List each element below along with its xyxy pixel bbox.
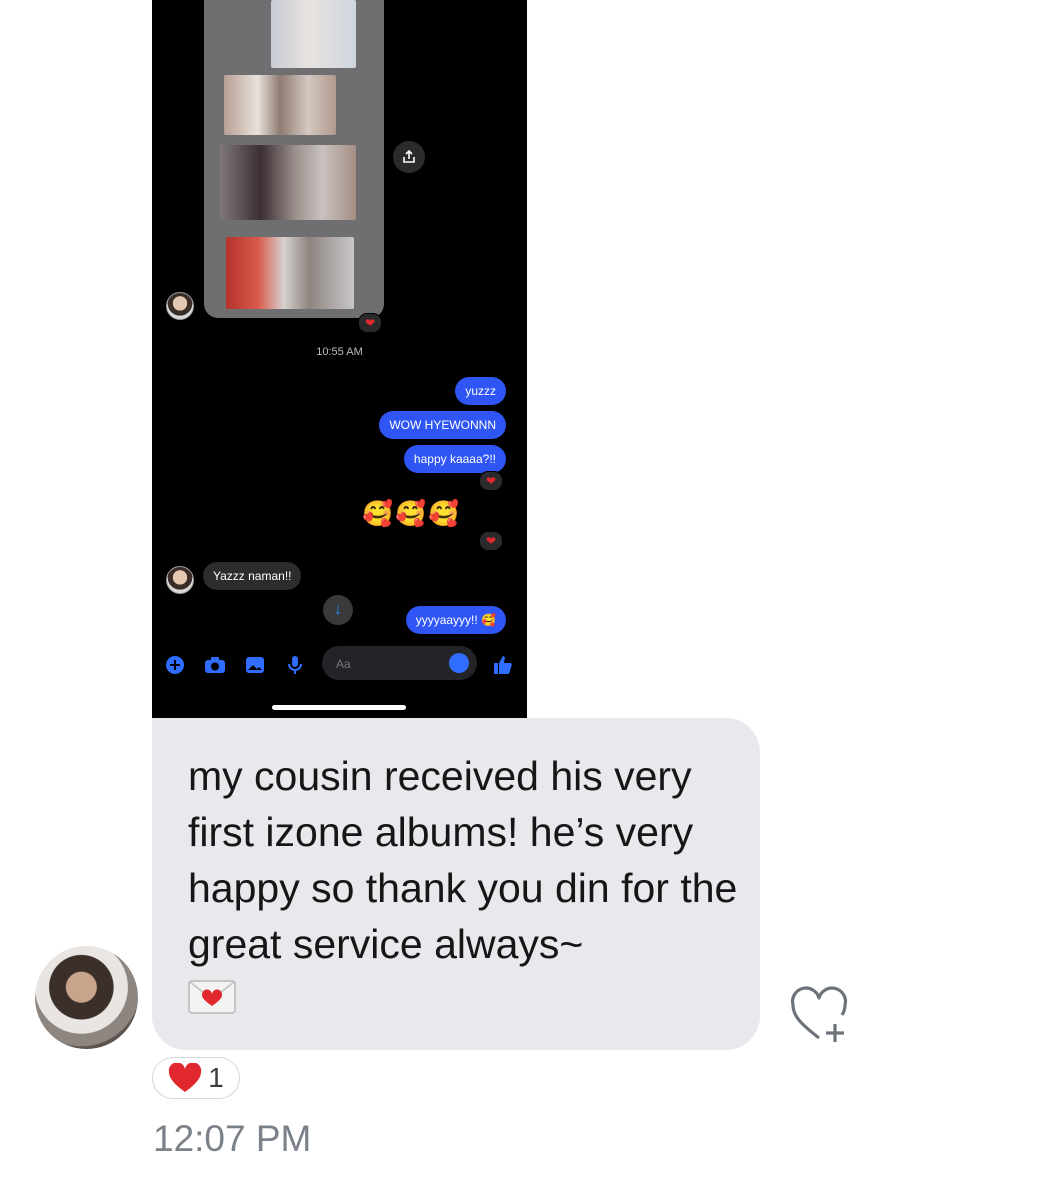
- heart-reaction-icon: ❤: [479, 471, 503, 491]
- home-indicator: [272, 705, 406, 710]
- emoji-icon[interactable]: [449, 653, 469, 673]
- album-photo-2: [224, 75, 336, 135]
- message-text: my cousin received his very first izone …: [188, 753, 738, 967]
- love-letter-icon: [188, 980, 236, 1014]
- message-time: 10:55 AM: [316, 346, 363, 358]
- received-message: Yazzz naman!!: [203, 562, 302, 590]
- message-bubble[interactable]: my cousin received his very first izone …: [152, 718, 760, 1050]
- embedded-screenshot: ❤ 10:55 AM yuzzz WOW HYEWONNN happy kaaa…: [152, 0, 527, 718]
- camera-icon[interactable]: [204, 654, 226, 676]
- reaction-count: 1: [208, 1062, 224, 1093]
- scroll-down-icon[interactable]: ↓: [323, 595, 353, 625]
- heart-reaction-icon: ❤: [479, 531, 503, 551]
- sent-message: WOW HYEWONNN: [379, 411, 506, 439]
- add-reaction-icon[interactable]: [789, 986, 853, 1046]
- album-photo-4: [226, 237, 354, 309]
- thumbs-up-icon[interactable]: [492, 654, 514, 676]
- shared-photo[interactable]: [204, 0, 384, 318]
- mic-icon[interactable]: [284, 654, 306, 676]
- plus-icon[interactable]: [164, 654, 186, 676]
- reaction-summary[interactable]: 1: [152, 1057, 240, 1099]
- album-photo-3: [220, 145, 356, 220]
- sent-message: yyyyaayyy!! 🥰: [405, 606, 506, 634]
- message-input[interactable]: [322, 646, 477, 680]
- sender-avatar[interactable]: [35, 946, 138, 1049]
- contact-avatar: [166, 292, 194, 320]
- image-icon[interactable]: [244, 654, 266, 676]
- album-photo-1: [271, 0, 356, 68]
- sent-message: yuzzz: [455, 377, 506, 405]
- emoji-message: 🥰🥰🥰😙: [362, 500, 490, 528]
- message-input-field[interactable]: [334, 653, 438, 675]
- heart-reaction-icon: ❤: [358, 313, 382, 333]
- composer-bar: [152, 646, 527, 682]
- sent-message: happy kaaaa?!!: [403, 445, 506, 473]
- share-icon[interactable]: [393, 141, 425, 173]
- contact-avatar: [166, 566, 194, 594]
- message-timestamp: 12:07 PM: [153, 1118, 312, 1159]
- heart-icon: [169, 1063, 202, 1092]
